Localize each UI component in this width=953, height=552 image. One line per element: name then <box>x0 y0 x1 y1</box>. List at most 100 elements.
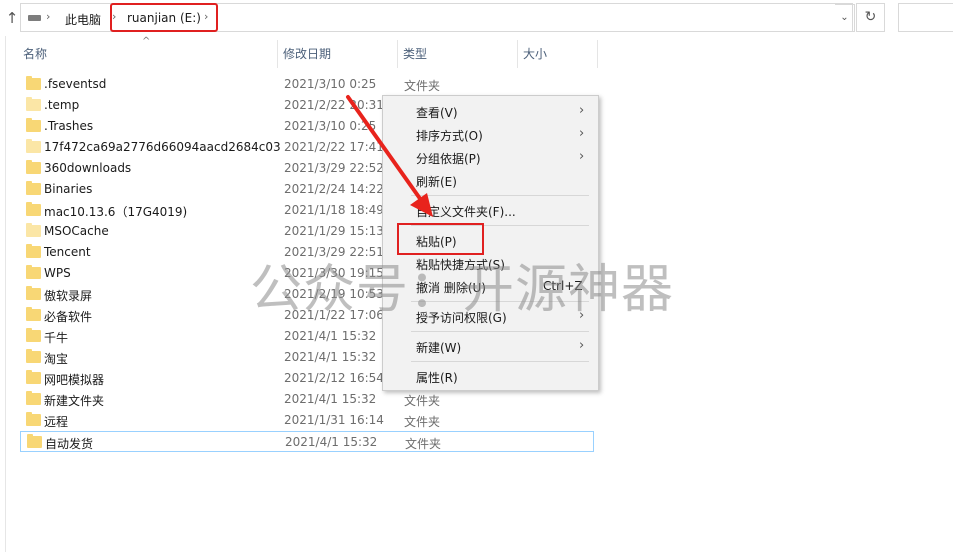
menu-separator <box>411 331 589 332</box>
file-name: MSOCache <box>44 224 109 238</box>
menu-item-refresh[interactable]: 刷新(E) <box>383 169 598 192</box>
file-date: 2021/2/19 10:53 <box>284 287 384 301</box>
address-toolbar: ↑ › 此电脑 › ruanjian (E:) › ⌄ ↻ <box>0 0 953 36</box>
up-arrow-icon[interactable]: ↑ <box>2 8 22 28</box>
column-separator[interactable] <box>397 40 398 68</box>
menu-item-undo-delete[interactable]: 撤消 删除(U) Ctrl+Z <box>383 275 598 298</box>
file-date: 2021/2/22 20:31 <box>284 98 384 112</box>
file-type: 文件夹 <box>405 437 442 451</box>
file-name: .temp <box>44 98 80 112</box>
file-name: 淘宝 <box>44 352 69 366</box>
menu-item-label: 撤消 删除(U) <box>416 281 486 295</box>
chevron-down-icon[interactable]: ⌄ <box>835 4 855 32</box>
file-name: 17f472ca69a2776d66094aacd2684c03 <box>44 140 281 154</box>
folder-icon <box>26 202 41 216</box>
file-name: .fseventsd <box>44 77 107 91</box>
file-row[interactable]: 远程 2021/1/31 16:14 文件夹 <box>20 410 594 431</box>
column-separator[interactable] <box>277 40 278 68</box>
address-bar[interactable]: › 此电脑 › ruanjian (E:) › <box>20 3 853 32</box>
file-name: mac10.13.6（17G4019) <box>44 205 188 219</box>
file-type: 文件夹 <box>404 415 441 429</box>
drive-icon <box>28 15 41 21</box>
chevron-right-icon: › <box>579 149 585 164</box>
menu-item-label: 授予访问权限(G) <box>416 311 507 325</box>
chevron-right-icon: › <box>579 308 585 323</box>
chevron-right-icon: › <box>579 338 585 353</box>
file-date: 2021/3/29 22:52 <box>284 161 384 175</box>
breadcrumb-this-pc[interactable]: 此电脑 <box>65 11 101 28</box>
file-date: 2021/1/29 15:13 <box>284 224 384 238</box>
file-date: 2021/2/22 17:41 <box>284 140 384 154</box>
file-row[interactable]: .fseventsd 2021/3/10 0:25 文件夹 <box>20 74 594 95</box>
menu-separator <box>411 195 589 196</box>
file-name: WPS <box>44 266 71 280</box>
paste-highlight-box <box>397 223 484 255</box>
file-row-selected[interactable]: 自动发货 2021/4/1 15:32 文件夹 <box>20 431 594 452</box>
search-input[interactable] <box>898 3 953 32</box>
menu-item-customize[interactable]: 自定义文件夹(F)... <box>383 199 598 222</box>
file-date: 2021/4/1 15:32 <box>284 350 377 364</box>
menu-item-label: 查看(V) <box>416 106 458 120</box>
folder-icon <box>26 328 41 342</box>
column-header-name[interactable]: 名称 <box>20 40 278 68</box>
file-date: 2021/3/30 19:15 <box>284 266 384 280</box>
refresh-icon[interactable]: ↻ <box>856 3 885 32</box>
file-date: 2021/1/22 17:06 <box>284 308 384 322</box>
folder-icon <box>26 160 41 174</box>
folder-icon <box>26 391 41 405</box>
file-name: 千牛 <box>44 331 69 345</box>
file-date: 2021/2/12 16:54 <box>284 371 384 385</box>
folder-icon <box>26 223 41 237</box>
folder-icon <box>26 76 41 90</box>
chevron-right-icon: › <box>579 103 585 118</box>
menu-item-label: 自定义文件夹(F)... <box>416 205 516 219</box>
column-separator[interactable] <box>597 40 598 68</box>
column-headers: ^ 名称 修改日期 类型 大小 <box>20 36 600 68</box>
menu-item-label: 新建(W) <box>416 341 462 355</box>
breadcrumb-highlight-box <box>110 3 218 32</box>
chevron-right-icon: › <box>579 126 585 141</box>
file-type: 文件夹 <box>404 394 441 408</box>
file-name: Binaries <box>44 182 93 196</box>
file-date: 2021/3/10 0:25 <box>284 119 377 133</box>
menu-item-properties[interactable]: 属性(R) <box>383 365 598 388</box>
file-date: 2021/4/1 15:32 <box>285 435 378 449</box>
menu-item-label: 排序方式(O) <box>416 129 483 143</box>
menu-item-view[interactable]: 查看(V) › <box>383 100 598 123</box>
file-name: 360downloads <box>44 161 132 175</box>
folder-icon <box>26 139 41 153</box>
menu-item-new[interactable]: 新建(W) › <box>383 335 598 358</box>
folder-icon <box>26 286 41 300</box>
file-name: 自动发货 <box>45 437 94 451</box>
folder-icon <box>26 118 41 132</box>
file-name: 傲软录屏 <box>44 289 93 303</box>
menu-item-sort[interactable]: 排序方式(O) › <box>383 123 598 146</box>
file-row[interactable]: 新建文件夹 2021/4/1 15:32 文件夹 <box>20 389 594 410</box>
file-name: 网吧模拟器 <box>44 373 105 387</box>
menu-item-label: 属性(R) <box>416 371 458 385</box>
menu-item-shortcut: Ctrl+Z <box>543 279 583 293</box>
file-type: 文件夹 <box>404 79 441 93</box>
file-name: Tencent <box>44 245 91 259</box>
menu-item-label: 刷新(E) <box>416 175 457 189</box>
file-name: 远程 <box>44 415 69 429</box>
file-name: .Trashes <box>44 119 94 133</box>
column-header-date[interactable]: 修改日期 <box>280 40 398 68</box>
file-name: 新建文件夹 <box>44 394 105 408</box>
menu-item-label: 分组依据(P) <box>416 152 481 166</box>
menu-item-grant-access[interactable]: 授予访问权限(G) › <box>383 305 598 328</box>
folder-icon <box>26 349 41 363</box>
column-separator[interactable] <box>517 40 518 68</box>
folder-icon <box>26 370 41 384</box>
file-date: 2021/4/1 15:32 <box>284 329 377 343</box>
menu-item-paste-shortcut[interactable]: 粘贴快捷方式(S) <box>383 252 598 275</box>
menu-item-group[interactable]: 分组依据(P) › <box>383 146 598 169</box>
folder-icon <box>27 434 42 448</box>
file-date: 2021/3/29 22:51 <box>284 245 384 259</box>
chevron-right-icon[interactable]: › <box>46 10 50 23</box>
menu-separator <box>411 301 589 302</box>
column-header-type[interactable]: 类型 <box>400 40 518 68</box>
folder-icon <box>26 244 41 258</box>
file-date: 2021/4/1 15:32 <box>284 392 377 406</box>
column-header-size[interactable]: 大小 <box>520 40 598 68</box>
